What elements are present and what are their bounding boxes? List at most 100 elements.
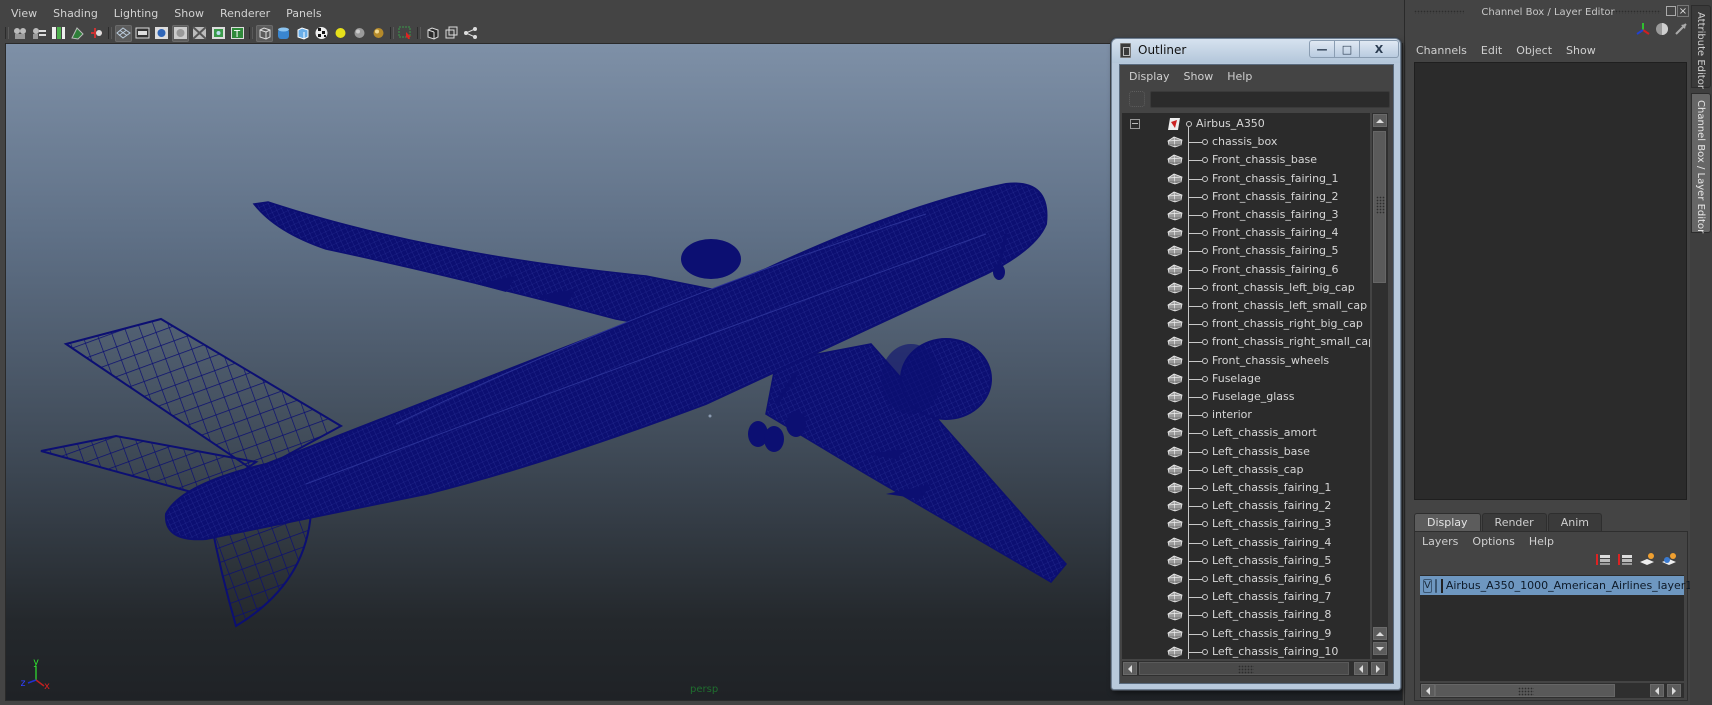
tree-row[interactable]: Front_chassis_fairing_4 xyxy=(1122,224,1370,242)
create-empty-layer-icon[interactable] xyxy=(1639,552,1655,566)
tree-row[interactable]: Left_chassis_base xyxy=(1122,443,1370,461)
tree-row[interactable]: Left_chassis_cap xyxy=(1122,461,1370,479)
outliner-titlebar[interactable]: Outliner — □ X xyxy=(1112,39,1400,63)
outliner-horizontal-scrollbar[interactable] xyxy=(1122,661,1388,676)
tree-row[interactable]: Front_chassis_fairing_5 xyxy=(1122,242,1370,260)
scroll-right-arrow-icon[interactable] xyxy=(1667,684,1681,697)
scrollbar-thumb[interactable] xyxy=(1435,684,1615,697)
tree-row[interactable]: Left_chassis_fairing_5 xyxy=(1122,552,1370,570)
scroll-down-arrow-icon[interactable] xyxy=(1373,642,1387,655)
xray-active-components-icon[interactable] xyxy=(443,25,460,42)
tree-row-root[interactable]: Airbus_A350 xyxy=(1122,115,1370,133)
tree-row[interactable]: front_chassis_left_big_cap xyxy=(1122,279,1370,297)
cb-menu-edit[interactable]: Edit xyxy=(1474,44,1509,57)
close-panel-button[interactable]: × xyxy=(1677,5,1689,17)
tree-row[interactable]: Left_chassis_fairing_6 xyxy=(1122,570,1370,588)
maximize-button[interactable]: □ xyxy=(1334,40,1360,58)
tree-row[interactable]: Left_chassis_fairing_7 xyxy=(1122,588,1370,606)
layer-menu-help[interactable]: Help xyxy=(1522,535,1561,548)
xray-icon[interactable] xyxy=(424,25,441,42)
menu-panels[interactable]: Panels xyxy=(278,5,329,23)
tree-row[interactable]: Left_chassis_fairing_2 xyxy=(1122,497,1370,515)
tree-row[interactable]: Left_chassis_fairing_3 xyxy=(1122,515,1370,533)
scrollbar-thumb[interactable] xyxy=(1139,662,1349,675)
outliner-menu-display[interactable]: Display xyxy=(1120,70,1177,83)
layer-horizontal-scrollbar[interactable] xyxy=(1420,683,1684,698)
layer-menu-options[interactable]: Options xyxy=(1465,535,1521,548)
scroll-up-arrow-icon[interactable] xyxy=(1373,114,1387,127)
safe-title-icon[interactable]: T xyxy=(229,25,246,42)
scroll-left-arrow-icon[interactable] xyxy=(1354,662,1368,675)
outliner-vertical-scrollbar[interactable] xyxy=(1372,113,1388,659)
collapse-icon[interactable] xyxy=(1130,119,1140,129)
image-plane-icon[interactable] xyxy=(69,25,86,42)
menu-renderer[interactable]: Renderer xyxy=(212,5,278,23)
bookmarks-icon[interactable] xyxy=(50,25,67,42)
close-button[interactable]: X xyxy=(1359,40,1399,58)
tree-row[interactable]: Left_chassis_fairing_8 xyxy=(1122,606,1370,624)
layer-display-type-toggle[interactable] xyxy=(1434,578,1437,593)
layer-color-swatch[interactable] xyxy=(1440,578,1443,593)
two-d-pan-zoom-icon[interactable] xyxy=(88,25,105,42)
use-all-lights-icon[interactable] xyxy=(332,25,349,42)
tree-row[interactable]: Fuselage xyxy=(1122,370,1370,388)
panel-grip-icon[interactable] xyxy=(1603,10,1661,14)
float-panel-icon[interactable] xyxy=(1666,6,1676,16)
wireframe-icon[interactable] xyxy=(256,24,273,42)
layer-row[interactable]: V Airbus_A350_1000_American_Airlines_lay… xyxy=(1420,576,1692,595)
cb-menu-channels[interactable]: Channels xyxy=(1414,44,1474,57)
tree-row[interactable]: chassis_box xyxy=(1122,133,1370,151)
pick-arrow-icon[interactable] xyxy=(1674,22,1688,36)
gate-mask-icon[interactable] xyxy=(172,24,189,42)
tree-row[interactable]: Front_chassis_fairing_6 xyxy=(1122,261,1370,279)
scroll-left-arrow-icon[interactable] xyxy=(1421,684,1435,697)
tree-row[interactable]: Left_chassis_amort xyxy=(1122,424,1370,442)
xray-joints-icon[interactable] xyxy=(462,25,479,42)
tab-display[interactable]: Display xyxy=(1414,513,1481,532)
tree-row[interactable]: interior xyxy=(1122,406,1370,424)
textured-icon[interactable] xyxy=(313,25,330,42)
tree-row[interactable]: Left_chassis_fairing_4 xyxy=(1122,534,1370,552)
outliner-search-input[interactable] xyxy=(1150,91,1390,108)
move-layer-down-icon[interactable] xyxy=(1617,552,1633,566)
tree-row[interactable]: Left_chassis_fairing_10 xyxy=(1122,643,1370,659)
tree-row[interactable]: front_chassis_left_small_cap xyxy=(1122,297,1370,315)
safe-action-icon[interactable] xyxy=(210,25,227,42)
create-layer-from-selected-icon[interactable] xyxy=(1661,552,1677,566)
tree-row[interactable]: Fuselage_glass xyxy=(1122,388,1370,406)
scrollbar-thumb[interactable] xyxy=(1373,131,1386,283)
scroll-up-arrow-icon[interactable] xyxy=(1373,627,1387,640)
menu-show[interactable]: Show xyxy=(166,5,212,23)
scroll-left-arrow-icon[interactable] xyxy=(1650,684,1664,697)
menu-shading[interactable]: Shading xyxy=(45,5,106,23)
tree-row[interactable]: Front_chassis_base xyxy=(1122,151,1370,169)
tree-row[interactable]: front_chassis_right_small_cap xyxy=(1122,333,1370,351)
manipulator-axes-icon[interactable] xyxy=(1636,22,1650,36)
field-chart-icon[interactable] xyxy=(191,25,208,42)
camera-attributes-icon[interactable] xyxy=(31,25,48,42)
minimize-button[interactable]: — xyxy=(1309,40,1335,58)
cb-menu-show[interactable]: Show xyxy=(1559,44,1603,57)
tree-row[interactable]: Front_chassis_fairing_1 xyxy=(1122,170,1370,188)
tree-row[interactable]: front_chassis_right_big_cap xyxy=(1122,315,1370,333)
cb-menu-object[interactable]: Object xyxy=(1509,44,1559,57)
scroll-right-arrow-icon[interactable] xyxy=(1371,662,1385,675)
film-gate-icon[interactable] xyxy=(134,25,151,42)
tree-row[interactable]: Left_chassis_fairing_9 xyxy=(1122,625,1370,643)
speed-dial-icon[interactable] xyxy=(1655,22,1669,36)
tab-anim[interactable]: Anim xyxy=(1547,513,1602,532)
tree-row[interactable]: Front_chassis_fairing_3 xyxy=(1122,206,1370,224)
menu-lighting[interactable]: Lighting xyxy=(106,5,166,23)
menu-view[interactable]: View xyxy=(4,5,45,23)
shadows-icon[interactable] xyxy=(351,25,368,42)
channel-box-content[interactable] xyxy=(1414,62,1687,500)
camera-select-icon[interactable] xyxy=(12,25,29,42)
outliner-menu-show[interactable]: Show xyxy=(1177,70,1221,83)
wireframe-on-shaded-icon[interactable] xyxy=(294,25,311,42)
outliner-menu-help[interactable]: Help xyxy=(1220,70,1259,83)
move-layer-up-icon[interactable] xyxy=(1595,552,1611,566)
tab-render[interactable]: Render xyxy=(1481,513,1547,532)
smooth-shade-icon[interactable] xyxy=(275,25,292,42)
tree-row[interactable]: Left_chassis_fairing_1 xyxy=(1122,479,1370,497)
layer-menu-layers[interactable]: Layers xyxy=(1420,535,1465,548)
